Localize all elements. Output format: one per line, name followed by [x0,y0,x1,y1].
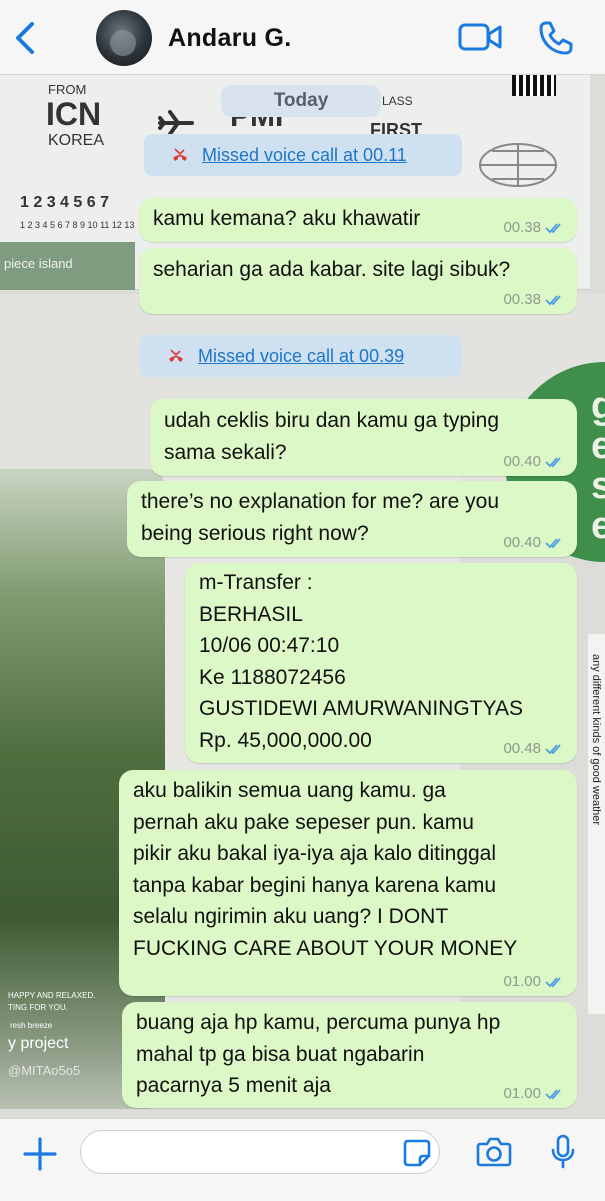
message-text: m-Transfer : BERHASIL 10/06 00:47:10 Ke … [199,571,523,752]
message-bubble[interactable]: buang aja hp kamu, percuma punya hp maha… [122,1002,577,1108]
message-time: 01.00 [503,1085,541,1102]
green-circle-text: g ec sh ee [591,385,605,547]
message-bubble[interactable]: kamu kemana? aku khawatir 00.38 [139,198,577,242]
message-time: 00.40 [503,453,541,470]
message-meta: 00.38 [503,291,565,308]
read-ticks-icon [545,743,561,754]
message-meta: 01.00 [503,1085,565,1102]
read-ticks-icon [545,537,561,548]
message-time: 00.40 [503,534,541,551]
forest-caption-1: HAPPY AND RELAXED. [8,991,96,1000]
date-pill: Today [221,85,381,117]
ticket-digits-small: 1 2 3 4 5 6 7 8 9 10 11 12 13 [20,220,135,230]
message-text: buang aja hp kamu, percuma punya hp maha… [136,1011,501,1097]
message-input[interactable] [80,1130,440,1174]
message-text: udah ceklis biru dan kamu ga typing sama… [164,409,500,464]
microphone-icon[interactable] [550,1134,576,1170]
read-ticks-icon [545,294,561,305]
read-ticks-icon [545,976,561,987]
read-ticks-icon [545,1088,561,1099]
ticket-class-label: LASS [382,94,413,108]
message-text: there’s no explanation for me? are you b… [141,490,500,545]
contact-avatar[interactable] [96,10,152,66]
missed-call-icon [173,148,187,161]
missed-call-icon [169,349,183,362]
message-meta: 00.38 [503,219,565,236]
missed-call-label[interactable]: Missed voice call at 00.39 [198,346,404,367]
wallpaper-right-card: any different kinds of good weather [588,634,605,1014]
message-bubble[interactable]: seharian ga ada kabar. site lagi sibuk? … [139,248,577,314]
message-time: 00.48 [503,740,541,757]
missed-call-label[interactable]: Missed voice call at 00.11 [202,145,407,166]
forest-caption-2: TING FOR YOU. [8,1003,68,1012]
ticket-digits-large: 1 2 3 4 5 6 7 [20,194,109,211]
phone-call-icon[interactable] [538,20,574,56]
back-chevron-icon[interactable] [10,20,42,56]
ticket-island: piece island [4,256,73,271]
forest-caption-3: resh breeze [10,1021,53,1030]
ticket-from-code: ICN [46,96,102,132]
message-time: 00.38 [503,219,541,236]
read-ticks-icon [545,456,561,467]
qr-code-icon [512,74,556,96]
message-bubble[interactable]: there’s no explanation for me? are you b… [127,481,577,557]
forest-handle: @MITAo5o5 [8,1063,81,1078]
forest-caption-4: y project [8,1035,69,1052]
message-meta: 00.40 [503,453,565,470]
message-bubble[interactable]: m-Transfer : BERHASIL 10/06 00:47:10 Ke … [185,563,577,763]
contact-name[interactable]: Andaru G. [168,24,292,53]
plus-icon[interactable] [22,1136,58,1172]
ticket-from-country: KOREA [48,132,105,149]
right-card-text: any different kinds of good weather [590,654,602,826]
plane-icon [158,110,194,136]
sticker-icon[interactable] [402,1138,432,1168]
message-text: aku balikin semua uang kamu. ga pernah a… [133,779,518,960]
message-time: 00.38 [503,291,541,308]
message-bubble[interactable]: aku balikin semua uang kamu. ga pernah a… [119,770,577,996]
missed-call-pill[interactable]: Missed voice call at 00.39 [140,335,462,377]
message-meta: 00.40 [503,534,565,551]
video-call-icon[interactable] [458,22,502,52]
globe-icon [478,142,558,188]
missed-call-pill[interactable]: Missed voice call at 00.11 [144,134,462,176]
message-bubble[interactable]: udah ceklis biru dan kamu ga typing sama… [150,399,577,476]
ticket-green-strip: piece island [0,242,135,290]
message-meta: 00.48 [503,740,565,757]
read-ticks-icon [545,222,561,233]
message-meta: 01.00 [503,973,565,990]
ticket-from-label: FROM [48,82,87,97]
message-text: kamu kemana? aku khawatir [153,207,421,230]
chat-header: Andaru G. [0,0,605,75]
message-time: 01.00 [503,973,541,990]
message-text: seharian ga ada kabar. site lagi sibuk? [153,258,511,281]
camera-icon[interactable] [476,1136,512,1168]
